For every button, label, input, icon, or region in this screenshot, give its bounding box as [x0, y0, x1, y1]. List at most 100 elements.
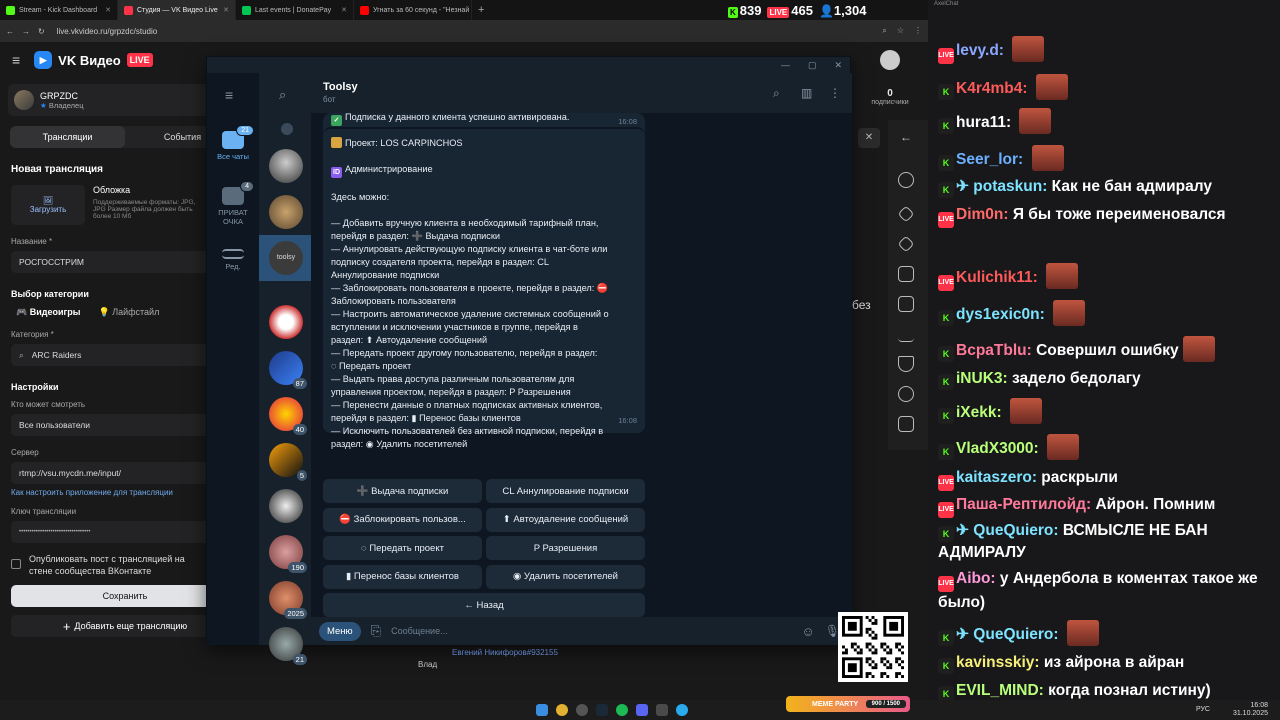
keyboard-button[interactable]: ← Назад [323, 593, 645, 617]
chat-avatar[interactable]: 87 [269, 351, 307, 389]
key-input[interactable]: •••••••••••••••••••••••••••••••••• [11, 521, 239, 543]
keyboard-button[interactable]: ▮ Перенос базы клиентов [323, 564, 482, 589]
star-icon[interactable]: ☆ [897, 26, 904, 36]
chat-avatar[interactable] [269, 149, 303, 183]
system-clock[interactable]: 16:08 31.10.2025 [1233, 702, 1268, 718]
vk-logo[interactable]: ▶ VK Видео LIVE [34, 51, 153, 69]
category-input[interactable]: ⌕ ARC Raiders [11, 344, 239, 366]
message-line: — Передать проект другому пользователю, … [331, 348, 598, 358]
diamond-icon[interactable] [897, 205, 915, 223]
maximize-icon[interactable]: ▢ [808, 60, 817, 71]
archive-icon[interactable] [281, 123, 293, 135]
pin-icon[interactable]: ✕ [858, 128, 880, 148]
chat-message: K BcpaTblu: Совершил ошибку [938, 336, 1276, 362]
chat-avatar[interactable]: 5 [269, 443, 307, 481]
obs-icon[interactable] [576, 704, 588, 716]
bar-chart-icon[interactable] [898, 326, 914, 342]
keyboard-button[interactable]: CL Аннулирование подписки [486, 479, 645, 503]
discord-icon[interactable] [636, 704, 648, 716]
windows-start-icon[interactable] [536, 704, 548, 716]
chat-message: KiNUK3: задело бедолагу [938, 368, 1276, 390]
message-input[interactable]: Сообщение... [391, 626, 447, 636]
category-lifestyle-option[interactable]: 💡 Лайфстайл [98, 307, 159, 318]
chat-title[interactable]: Toolsy [323, 81, 840, 93]
trophy-icon[interactable] [898, 356, 914, 372]
keyboard-button[interactable]: ◌ Передать проект [323, 536, 482, 560]
tab-streams[interactable]: Трансляции [10, 126, 125, 148]
telegram-icon[interactable] [676, 704, 688, 716]
back-icon[interactable]: ← [6, 27, 14, 36]
dice-icon[interactable] [898, 266, 914, 282]
back-arrow-icon[interactable]: ← [900, 130, 912, 144]
chrome-icon[interactable] [556, 704, 568, 716]
chat-avatar[interactable]: 190 [269, 535, 307, 573]
sidebar-toggle-icon[interactable]: ▥ [801, 86, 812, 100]
publish-checkbox[interactable] [11, 559, 21, 569]
hamburger-icon[interactable]: ≡ [12, 52, 20, 68]
close-tab-icon[interactable]: ✕ [223, 6, 229, 14]
keyboard-button[interactable]: P Разрешения [486, 536, 645, 560]
chat-avatar[interactable]: 40 [269, 397, 307, 435]
browser-tab[interactable]: Студия — VK Видео Live ✕ [118, 0, 236, 20]
menu-icon[interactable]: ≡ [225, 87, 233, 103]
name-input[interactable]: РОСГОССТРИМ [11, 251, 239, 273]
zoom-icon[interactable]: ⌕ [882, 26, 886, 36]
close-tab-icon[interactable]: ✕ [105, 6, 111, 14]
keyboard-button[interactable]: ◉ Удалить посетителей [486, 564, 645, 589]
search-icon[interactable]: ⌕ [279, 87, 286, 103]
chat-username: Kulichik11: [956, 269, 1038, 286]
keyboard-button[interactable]: ⬆ Автоудаление сообщений [486, 507, 645, 532]
tab-favicon-icon [6, 5, 15, 15]
chat-avatar[interactable] [269, 195, 303, 229]
right-tool-strip: ← [888, 120, 928, 450]
folder-edit[interactable]: Ред. [207, 245, 259, 271]
category-type: 🎮 Видеоигры 💡 Лайфстайл [16, 307, 234, 318]
clip-icon[interactable] [898, 416, 914, 432]
keyboard-button[interactable]: ➕ Выдача подписки [323, 479, 482, 503]
search-icon[interactable]: ⌕ [773, 86, 780, 101]
language-indicator[interactable]: РУС [1196, 706, 1210, 713]
gear-icon[interactable] [898, 172, 914, 188]
folder-all-chats[interactable]: 21 Все чаты [207, 125, 259, 161]
howto-link[interactable]: Как настроить приложение для трансляции [11, 488, 239, 497]
bot-menu-button[interactable]: Меню [319, 621, 361, 641]
browser-tab[interactable]: Last events | DonatePay ✕ [236, 0, 354, 20]
chat-avatar[interactable] [269, 305, 303, 339]
message-line: — Заблокировать пользователя в проекте, … [331, 283, 609, 293]
keyboard-button[interactable]: ⛔ Заблокировать пользов... [323, 507, 482, 532]
url-field[interactable]: live.vkvideo.ru/grpzdc/studio [57, 27, 158, 36]
previous-message: ✓ Подписка у данного клиента успешно акти… [331, 111, 631, 126]
attach-icon[interactable]: ⎘ [371, 623, 381, 639]
close-tab-icon[interactable]: ✕ [341, 6, 347, 14]
menu-dots-icon[interactable]: ⋮ [914, 26, 922, 36]
upload-cover-button[interactable]: 🖼 Загрузить [11, 185, 85, 225]
chat-avatar[interactable]: 2025 [269, 581, 307, 619]
who-select[interactable]: Все пользователи [11, 414, 239, 436]
kick-platform-icon: K [938, 118, 954, 134]
app-icon[interactable] [656, 704, 668, 716]
steam-icon[interactable] [596, 704, 608, 716]
server-input[interactable]: rtmp://vsu.mycdn.me/input/ [11, 462, 239, 484]
chat-bubble-icon[interactable] [898, 386, 914, 402]
list-icon[interactable] [898, 296, 914, 312]
telegram-window: — ▢ ✕ ≡ 21 Все чаты 4 ПРИВАТ ОЧКА Ред. ⌕ too… [206, 56, 852, 665]
chat-item-toolsy[interactable]: toolsy [259, 235, 311, 281]
save-button[interactable]: Сохранить [11, 585, 239, 607]
add-stream-button[interactable]: + Добавить еще трансляцию [11, 615, 239, 637]
close-icon[interactable]: ✕ [834, 60, 842, 71]
more-icon[interactable]: ⋮ [829, 86, 841, 100]
emoji-icon[interactable]: ☺ [801, 624, 814, 639]
browser-tab[interactable]: Угнать за 60 секунд - "Незнай✕ [354, 0, 472, 20]
chat-avatar[interactable]: 21 [269, 627, 307, 665]
new-tab-icon[interactable]: + [472, 4, 490, 16]
browser-tab[interactable]: Stream - Kick Dashboard ✕ [0, 0, 118, 20]
chat-avatar[interactable] [269, 489, 303, 523]
folder-private[interactable]: 4 ПРИВАТ ОЧКА [207, 181, 259, 226]
category-games-option[interactable]: 🎮 Видеоигры [16, 307, 80, 318]
user-avatar[interactable] [880, 50, 900, 70]
spotify-icon[interactable] [616, 704, 628, 716]
forward-icon[interactable]: → [22, 27, 30, 36]
gem-icon[interactable] [897, 235, 915, 253]
minimize-icon[interactable]: — [781, 60, 790, 70]
reload-icon[interactable]: ↻ [38, 27, 45, 36]
